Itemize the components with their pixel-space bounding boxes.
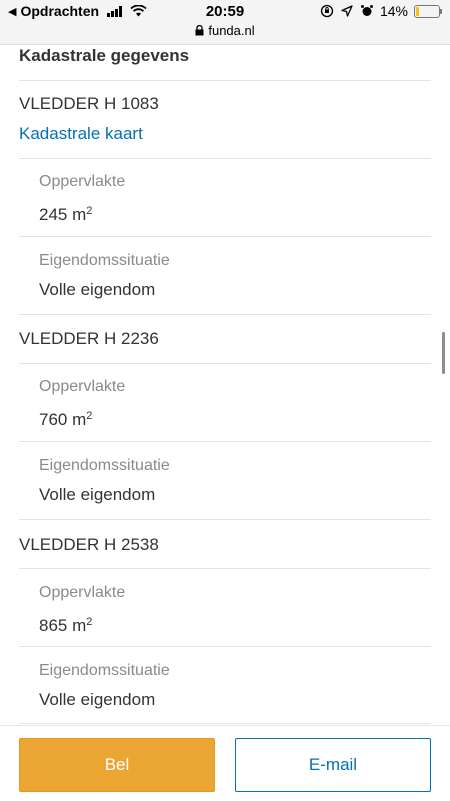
ownership-row: Eigendomssituatie Volle eigendom xyxy=(39,660,431,712)
divider xyxy=(19,236,431,237)
location-arrow-icon xyxy=(341,5,353,17)
area-row: Oppervlakte 760 m2 xyxy=(39,376,431,432)
url-text: funda.nl xyxy=(208,23,255,38)
ownership-label: Eigendomssituatie xyxy=(39,457,170,474)
divider xyxy=(19,646,431,647)
contact-action-bar: Bel E-mail xyxy=(0,725,450,801)
area-value: 760 m2 xyxy=(39,410,93,429)
cadastral-details: Kadastrale gegevens VLEDDER H 1083 Kadas… xyxy=(0,44,450,725)
call-button[interactable]: Bel xyxy=(19,738,215,792)
divider xyxy=(19,568,431,569)
orientation-lock-icon xyxy=(320,4,334,18)
divider xyxy=(19,519,431,520)
parcel-header: VLEDDER H 2538 xyxy=(19,533,431,557)
scroll-indicator[interactable] xyxy=(442,332,445,374)
area-row: Oppervlakte 865 m2 xyxy=(39,582,431,638)
divider xyxy=(19,441,431,442)
ownership-value: Volle eigendom xyxy=(39,485,156,504)
section-title: Kadastrale gegevens xyxy=(19,44,431,81)
ownership-label: Eigendomssituatie xyxy=(39,252,170,269)
lock-icon xyxy=(195,25,204,36)
ownership-value: Volle eigendom xyxy=(39,690,156,709)
area-label: Oppervlakte xyxy=(39,378,126,395)
ownership-label: Eigendomssituatie xyxy=(39,662,170,679)
alarm-icon xyxy=(360,5,373,16)
area-label: Oppervlakte xyxy=(39,173,126,190)
parcel-id: VLEDDER H 1083 xyxy=(19,94,159,113)
area-value: 245 m2 xyxy=(39,205,93,224)
area-label: Oppervlakte xyxy=(39,584,126,601)
area-row: Oppervlakte 245 m2 xyxy=(39,171,431,227)
ownership-value: Volle eigendom xyxy=(39,280,156,299)
address-bar[interactable]: funda.nl xyxy=(0,23,450,38)
parcel-header: VLEDDER H 2236 xyxy=(19,327,431,351)
battery-icon xyxy=(414,4,442,18)
parcel-id: VLEDDER H 2236 xyxy=(19,329,159,348)
ownership-row: Eigendomssituatie Volle eigendom xyxy=(39,455,431,507)
parcel-id: VLEDDER H 2538 xyxy=(19,535,159,554)
ownership-row: Eigendomssituatie Volle eigendom xyxy=(39,250,431,302)
area-value: 865 m2 xyxy=(39,616,93,635)
cadastral-map-link[interactable]: Kadastrale kaart xyxy=(19,122,431,146)
divider xyxy=(19,363,431,364)
battery-percentage: 14% xyxy=(379,3,408,19)
email-button[interactable]: E-mail xyxy=(235,738,431,792)
divider xyxy=(19,723,431,724)
parcel-header: VLEDDER H 1083 Kadastrale kaart xyxy=(19,92,431,146)
status-bar: ◀ Opdrachten 20:59 14% funda.nl xyxy=(0,0,450,45)
divider xyxy=(19,158,431,159)
divider xyxy=(19,314,431,315)
